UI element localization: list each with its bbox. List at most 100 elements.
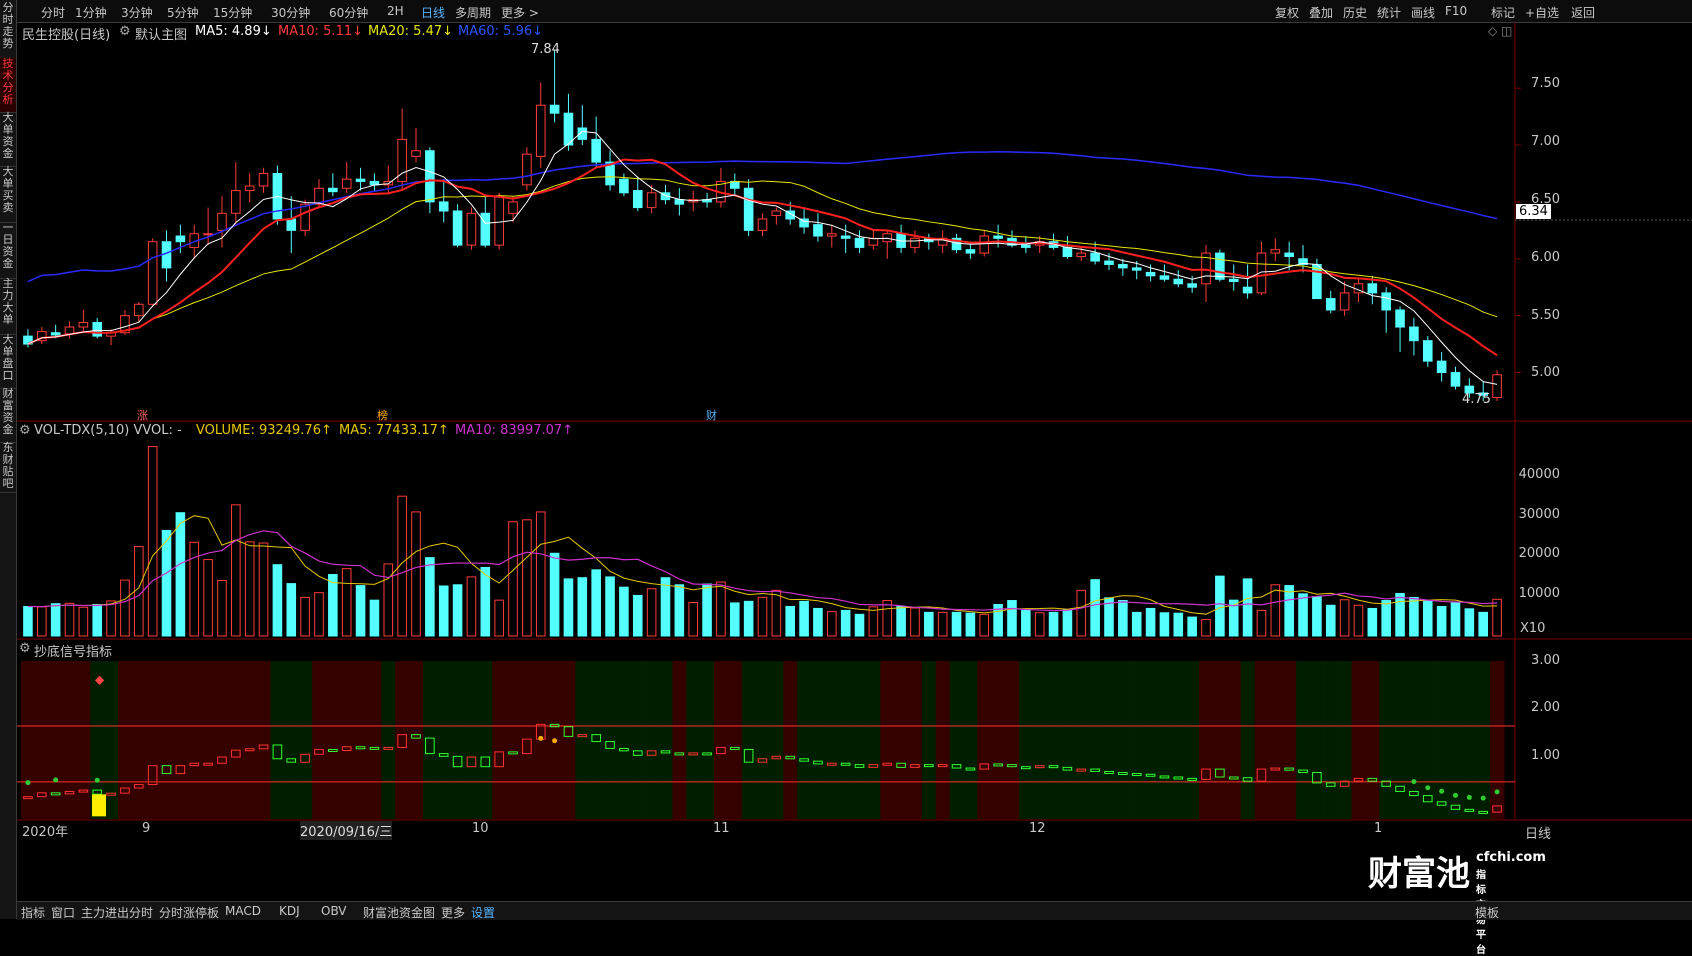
indicator-tab[interactable]: 更多 (441, 904, 465, 921)
volume-bar (300, 596, 310, 637)
volume-bar (563, 578, 574, 637)
volume-bar (646, 588, 657, 637)
volume-bar (619, 586, 629, 637)
signal-zone (644, 661, 660, 819)
tool-button[interactable]: 标记 (1491, 4, 1515, 21)
period-tab[interactable]: 5分钟 (167, 4, 199, 21)
price-tick: 6.00 (1531, 250, 1560, 265)
candle-body (1215, 252, 1225, 280)
period-tab[interactable]: 2H (387, 4, 404, 18)
indicator-tab[interactable]: 指标 (21, 904, 45, 921)
candle-body (591, 138, 601, 163)
signal-settings-icon[interactable]: ⚙ (19, 641, 31, 656)
volume-bar (466, 576, 477, 637)
left-tab[interactable]: 主力大单 (0, 278, 16, 335)
volume-bar (1436, 605, 1447, 637)
signal-zone (312, 661, 327, 819)
signal-indicator-name[interactable]: 抄底信号指标 (34, 641, 112, 660)
candle-body (757, 218, 768, 231)
candle-body (466, 212, 477, 246)
tool-button[interactable]: 画线 (1411, 4, 1435, 21)
period-tab[interactable]: 分时 (41, 4, 65, 21)
candle-body (1367, 283, 1378, 294)
volume-bar (522, 519, 532, 637)
chart-type-label[interactable]: 默认主图 (135, 24, 187, 43)
tool-button[interactable]: +自选 (1525, 4, 1559, 21)
candle-body (425, 150, 435, 203)
volume-bar (549, 552, 560, 637)
signal-zone (256, 661, 271, 819)
ma5-line (27, 130, 1498, 385)
signal-zone (686, 661, 701, 819)
signal-zone (1226, 661, 1242, 819)
indicator-tab[interactable]: 分时涨停板 (159, 904, 219, 921)
volume-bar (937, 611, 948, 637)
diamond-icon: ◆ (95, 673, 105, 687)
period-tab[interactable]: 日线 (421, 4, 445, 21)
settings-icon[interactable]: ⚙ (119, 24, 131, 39)
tool-button[interactable]: 返回 (1571, 4, 1595, 21)
left-tab[interactable]: 大单买卖 (0, 166, 16, 223)
collapse-icon[interactable]: ◇ ◫ (1488, 24, 1512, 38)
event-marker[interactable]: 涨 (137, 407, 148, 423)
left-tab[interactable]: 大单资金 (0, 112, 16, 167)
left-tab[interactable]: 一日资金 (0, 222, 16, 279)
period-tab[interactable]: 更多 > (501, 4, 539, 21)
vol-settings-icon[interactable]: ⚙ (19, 423, 31, 438)
indicator-tab[interactable]: 主力进出分时 (81, 904, 153, 921)
left-tab[interactable]: 技术分析 (0, 58, 16, 113)
indicator-tab[interactable]: OBV (321, 904, 347, 918)
template-button[interactable]: 模板 (1475, 904, 1499, 921)
indicator-tab[interactable]: 窗口 (51, 904, 75, 921)
volume-bar (1409, 596, 1419, 637)
period-tab[interactable]: 多周期 (455, 4, 491, 21)
candle-body (1270, 249, 1281, 254)
volume-bar (785, 605, 796, 637)
indicator-tab[interactable]: KDJ (279, 904, 300, 918)
volume-bar (50, 603, 61, 637)
left-tab-bar: 分时走势 技术分析 大单资金 大单买卖 一日资金 主力大单 大单盘口 财富资金 东财贴吧 (0, 0, 17, 919)
candle-body (882, 233, 893, 243)
ma5-label: MA5: 4.89↓ (195, 24, 272, 39)
left-tab[interactable]: 大单盘口 (0, 334, 16, 389)
vol-unit: X10 (1520, 621, 1546, 636)
tool-button[interactable]: 统计 (1377, 4, 1401, 21)
left-tab[interactable]: 财富资金 (0, 388, 16, 443)
period-tab[interactable]: 3分钟 (121, 4, 153, 21)
volume-bar (106, 600, 116, 637)
stock-chart[interactable]: ◆ (17, 23, 1692, 901)
event-marker[interactable]: 榜 (377, 407, 388, 423)
signal-zone (353, 661, 368, 819)
candle-body (217, 212, 227, 231)
event-marker[interactable]: 财 (706, 407, 717, 423)
candle-body (1090, 252, 1100, 262)
signal-zone (713, 661, 729, 819)
volume-bar (1118, 600, 1128, 637)
left-tab[interactable]: 分时走势 (0, 2, 16, 59)
signal-zone (908, 661, 923, 819)
candle-body (1409, 326, 1419, 342)
signal-zone (575, 661, 590, 819)
vol-indicator-name[interactable]: VOL-TDX(5,10) VVOL: - (34, 423, 182, 438)
candle-body (300, 203, 310, 231)
indicator-tab[interactable]: MACD (225, 904, 261, 918)
indicator-tab[interactable]: 财富池资金图 (363, 904, 435, 921)
candle-body (993, 235, 1003, 239)
period-tab[interactable]: 30分钟 (271, 4, 310, 21)
indicator-tab[interactable]: 设置 (471, 904, 495, 921)
volume-bar (1353, 604, 1364, 637)
signal-dot (53, 777, 59, 783)
left-tab[interactable]: 东财贴吧 (0, 442, 16, 493)
candle-body (1422, 340, 1433, 362)
signal-zone (1282, 661, 1297, 819)
tool-button[interactable]: 叠加 (1309, 4, 1333, 21)
tool-button[interactable]: F10 (1445, 4, 1467, 18)
tool-button[interactable]: 复权 (1275, 4, 1299, 21)
volume-bar (203, 559, 213, 637)
volume-bar (1367, 607, 1378, 637)
period-tab[interactable]: 1分钟 (75, 4, 107, 21)
period-tab[interactable]: 60分钟 (329, 4, 368, 21)
period-tab[interactable]: 15分钟 (213, 4, 252, 21)
tool-button[interactable]: 历史 (1343, 4, 1367, 21)
volume-bar (452, 584, 463, 637)
